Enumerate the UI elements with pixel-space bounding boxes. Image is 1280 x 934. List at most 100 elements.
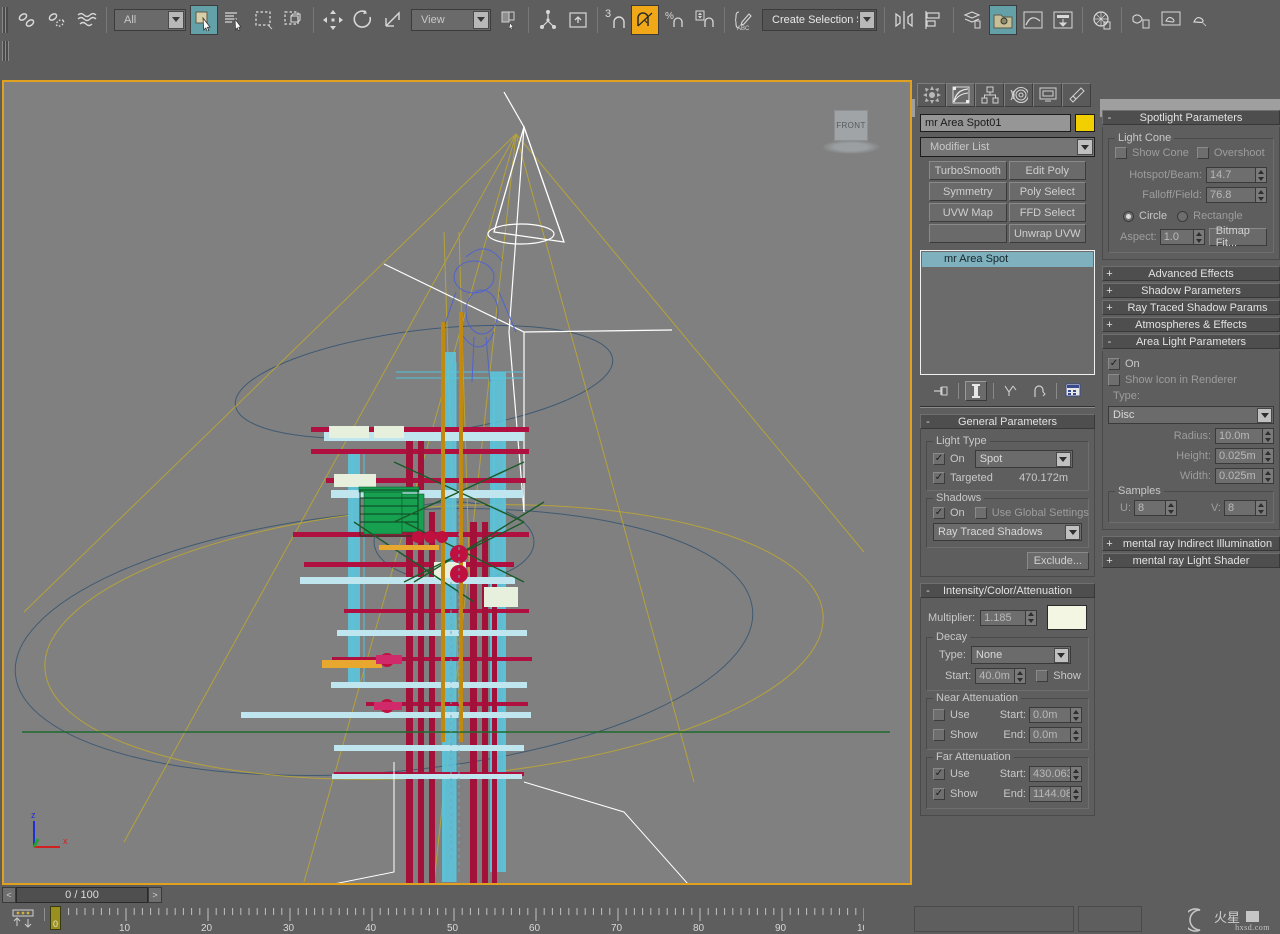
far-show-checkbox[interactable]	[933, 788, 945, 800]
use-global-settings-checkbox[interactable]	[975, 507, 987, 519]
decay-start-value[interactable]: 40.0m	[975, 668, 1015, 684]
bitmap-fit-button[interactable]: Bitmap Fit...	[1209, 228, 1267, 246]
bind-to-space-warp-icon[interactable]	[73, 5, 101, 35]
modifier-unwrap-uvw-button[interactable]: Unwrap UVW	[1009, 224, 1087, 243]
aspect-value[interactable]: 1.0	[1160, 229, 1194, 245]
layer-manager-button[interactable]	[959, 5, 987, 35]
spinner-arrows[interactable]	[1263, 468, 1274, 484]
render-production-button[interactable]	[1127, 5, 1155, 35]
rollout-toggle-icon[interactable]: -	[921, 416, 935, 428]
rollout-header-atmospheres-effects[interactable]: + Atmospheres & Effects	[1102, 317, 1280, 332]
schematic-view-button[interactable]	[1049, 5, 1077, 35]
make-unique-icon[interactable]	[1000, 381, 1022, 401]
chevron-down-icon[interactable]	[473, 11, 489, 29]
spinner-arrows[interactable]	[1071, 727, 1082, 743]
aspect-spinner[interactable]: 1.0	[1160, 229, 1205, 245]
motion-tab[interactable]	[1004, 83, 1033, 107]
utilities-tab[interactable]	[1062, 83, 1091, 107]
area-light-on-checkbox[interactable]	[1108, 358, 1120, 370]
near-end-spinner[interactable]: 0.0m	[1029, 727, 1082, 743]
rollout-toggle-icon[interactable]: -	[921, 585, 935, 597]
timeline-ruler[interactable]: 102030405060708090100	[44, 906, 864, 932]
viewcube[interactable]: FRONT	[822, 110, 880, 162]
rollout-toggle-icon[interactable]: +	[1103, 538, 1116, 550]
window-crossing-toggle-button[interactable]	[280, 5, 308, 35]
modifier-symmetry-button[interactable]: Symmetry	[929, 182, 1007, 201]
shadows-on-checkbox[interactable]	[933, 507, 945, 519]
rollout-header-intensity-color-attenuation[interactable]: - Intensity/Color/Attenuation	[920, 583, 1095, 598]
remove-modifier-icon[interactable]	[1028, 381, 1050, 401]
render-setup-button[interactable]	[1088, 5, 1116, 35]
falloff-value[interactable]: 76.8	[1206, 187, 1256, 203]
rectangular-selection-region-button[interactable]	[250, 5, 278, 35]
select-by-name-button[interactable]	[220, 5, 248, 35]
spinner-arrows[interactable]	[1256, 500, 1267, 516]
viewport-scene[interactable]	[4, 82, 910, 883]
decay-show-checkbox[interactable]	[1036, 670, 1048, 682]
set-key-filters-icon[interactable]	[10, 908, 36, 928]
ribbon-grip[interactable]	[2, 41, 9, 61]
modify-tab[interactable]	[946, 83, 975, 107]
modifier-ffd-select-button[interactable]: FFD Select	[1009, 203, 1087, 222]
unlink-selection-icon[interactable]	[43, 5, 71, 35]
percent-snap-toggle-button[interactable]: %	[661, 5, 689, 35]
select-and-move-button[interactable]	[319, 5, 347, 35]
create-selection-set-input[interactable]: Create Selection Se	[762, 9, 877, 31]
show-icon-in-renderer-checkbox[interactable]	[1108, 374, 1120, 386]
configure-modifier-sets-icon[interactable]	[1063, 381, 1085, 401]
multiplier-spinner[interactable]: 1.185	[980, 610, 1037, 626]
width-spinner[interactable]: 0.025m	[1215, 468, 1274, 484]
current-frame-display[interactable]: 0 / 100	[16, 887, 148, 903]
chevron-down-icon[interactable]	[1054, 648, 1069, 663]
spinner-arrows[interactable]	[1071, 707, 1082, 723]
decay-start-spinner[interactable]: 40.0m	[975, 668, 1026, 684]
radius-spinner[interactable]: 10.0m	[1215, 428, 1274, 444]
use-pivot-point-center-button[interactable]	[495, 5, 523, 35]
spinner-arrows[interactable]	[1194, 229, 1205, 245]
overshoot-checkbox[interactable]	[1197, 147, 1209, 159]
rollout-header-mental-ray-indirect-illumination[interactable]: + mental ray Indirect Illumination	[1102, 536, 1280, 551]
spinner-snap-toggle-button[interactable]	[691, 5, 719, 35]
rollout-header-ray-traced-shadow-params[interactable]: + Ray Traced Shadow Params	[1102, 300, 1280, 315]
far-use-checkbox[interactable]	[933, 768, 945, 780]
near-use-checkbox[interactable]	[933, 709, 945, 721]
near-start-spinner[interactable]: 0.0m	[1029, 707, 1082, 723]
time-slider-handle[interactable]: 0	[50, 906, 61, 930]
shadow-type-combo[interactable]: Ray Traced Shadows	[933, 523, 1082, 541]
next-frame-button[interactable]: >	[148, 887, 162, 903]
curve-editor-button[interactable]	[1019, 5, 1047, 35]
pin-stack-icon[interactable]	[930, 381, 952, 401]
near-start-value[interactable]: 0.0m	[1029, 707, 1071, 723]
display-tab[interactable]	[1033, 83, 1062, 107]
edit-named-selection-sets-button[interactable]: ABC	[730, 5, 758, 35]
stack-item-mr-area-spot[interactable]: mr Area Spot	[922, 252, 1093, 267]
near-show-checkbox[interactable]	[933, 729, 945, 741]
snaps-toggle-button[interactable]: 3	[602, 5, 630, 35]
samples-v-spinner[interactable]: 8	[1224, 500, 1267, 516]
circle-radio[interactable]	[1123, 211, 1134, 222]
spinner-arrows[interactable]	[1166, 500, 1177, 516]
select-and-rotate-button[interactable]	[349, 5, 377, 35]
rollout-toggle-icon[interactable]: +	[1103, 285, 1116, 297]
exclude-button[interactable]: Exclude...	[1027, 552, 1089, 570]
rollout-header-spotlight-parameters[interactable]: - Spotlight Parameters	[1102, 110, 1280, 125]
spinner-arrows[interactable]	[1256, 167, 1267, 183]
prev-frame-button[interactable]: <	[2, 887, 16, 903]
multiplier-value[interactable]: 1.185	[980, 610, 1026, 626]
modifier-uvw-map-button[interactable]: UVW Map	[929, 203, 1007, 222]
chevron-down-icon[interactable]	[1077, 139, 1093, 155]
spinner-arrows[interactable]	[1071, 786, 1082, 802]
modifier-empty-slot-button[interactable]	[929, 224, 1007, 243]
rollout-toggle-icon[interactable]: -	[1103, 112, 1116, 124]
rectangle-radio[interactable]	[1177, 211, 1188, 222]
area-type-combo[interactable]: Disc	[1108, 406, 1274, 424]
samples-v-value[interactable]: 8	[1224, 500, 1256, 516]
chevron-down-icon[interactable]	[1065, 525, 1080, 540]
hotspot-spinner[interactable]: 14.7	[1206, 167, 1267, 183]
rollout-toggle-icon[interactable]: -	[1103, 336, 1116, 348]
modifier-list-combo[interactable]: Modifier List	[920, 137, 1095, 157]
far-start-value[interactable]: 430.063	[1029, 766, 1071, 782]
height-spinner[interactable]: 0.025m	[1215, 448, 1274, 464]
height-value[interactable]: 0.025m	[1215, 448, 1263, 464]
align-button[interactable]	[920, 5, 948, 35]
